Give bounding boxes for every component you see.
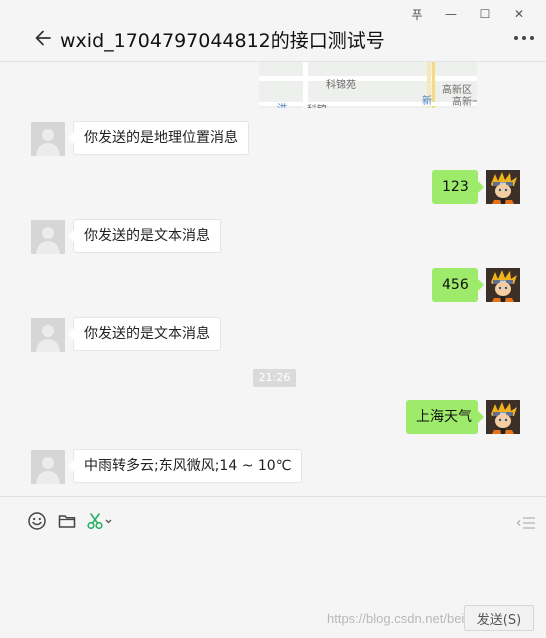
maximize-button[interactable]: ☐ xyxy=(468,4,502,24)
arrow-left-icon xyxy=(35,30,51,46)
message-input-area: https://blog.csdn.net/beiwill3 发送(S) xyxy=(0,496,546,638)
chat-title: wxid_1704797044812的接口测试号 xyxy=(60,30,385,52)
naruto-avatar-icon xyxy=(486,170,520,204)
emoji-icon xyxy=(28,512,46,530)
message-list[interactable]: 科锦苑 高新区 高新一 新 科锦 洪 你发送的是地理位置消息 123 你发送的是… xyxy=(0,62,546,496)
avatar-contact[interactable] xyxy=(31,450,65,484)
avatar-contact[interactable] xyxy=(31,220,65,254)
map-label: 科锦 xyxy=(307,101,327,108)
back-button[interactable] xyxy=(32,27,54,49)
more-dots-icon xyxy=(514,36,518,40)
message-bubble-incoming[interactable]: 你发送的是文本消息 xyxy=(68,317,221,351)
naruto-avatar-icon xyxy=(486,268,520,302)
message-bubble-incoming[interactable]: 中雨转多云;东风微风;14 ~ 10℃ xyxy=(67,449,303,483)
pin-button[interactable]: 푸 xyxy=(400,4,434,24)
time-separator: 21:26 xyxy=(253,369,296,387)
person-icon xyxy=(36,457,60,484)
close-button[interactable]: ✕ xyxy=(502,4,536,24)
message-bubble-outgoing[interactable]: 123 xyxy=(432,170,484,204)
map-label: 洪 xyxy=(277,100,287,108)
map-label: 高新一 xyxy=(452,97,477,108)
message-bubble-incoming[interactable]: 你发送的是地理位置消息 xyxy=(68,121,249,155)
more-dot xyxy=(522,36,526,40)
chat-history-icon xyxy=(516,517,535,529)
person-icon xyxy=(36,325,60,352)
person-icon xyxy=(36,129,60,156)
avatar-self[interactable] xyxy=(486,268,520,302)
screenshot-button[interactable] xyxy=(86,510,114,532)
message-text-input[interactable] xyxy=(20,539,526,599)
avatar-contact[interactable] xyxy=(31,318,65,352)
folder-icon xyxy=(58,515,76,528)
location-map-card[interactable]: 科锦苑 高新区 高新一 新 科锦 洪 xyxy=(259,62,477,108)
minimize-button[interactable]: — xyxy=(434,4,468,24)
message-bubble-outgoing[interactable]: 456 xyxy=(432,268,484,302)
window-controls: 푸 — ☐ ✕ xyxy=(400,4,536,24)
person-icon xyxy=(36,227,60,254)
scissors-icon xyxy=(87,513,112,530)
message-bubble-outgoing[interactable]: 上海天气 xyxy=(406,400,484,434)
send-button[interactable]: 发送(S) xyxy=(464,605,534,631)
chat-header: 푸 — ☐ ✕ wxid_1704797044812的接口测试号 xyxy=(0,0,546,62)
avatar-contact[interactable] xyxy=(31,122,65,156)
more-button[interactable] xyxy=(510,30,538,46)
naruto-avatar-icon xyxy=(486,400,520,434)
avatar-self[interactable] xyxy=(486,400,520,434)
avatar-self[interactable] xyxy=(486,170,520,204)
map-label: 新 xyxy=(422,96,432,107)
map-road xyxy=(259,102,477,106)
more-dot xyxy=(530,36,534,40)
chat-history-button[interactable] xyxy=(516,515,536,531)
send-file-button[interactable] xyxy=(56,510,78,532)
map-label: 科锦苑 xyxy=(326,80,356,91)
message-bubble-incoming[interactable]: 你发送的是文本消息 xyxy=(68,219,221,253)
emoji-button[interactable] xyxy=(26,510,48,532)
